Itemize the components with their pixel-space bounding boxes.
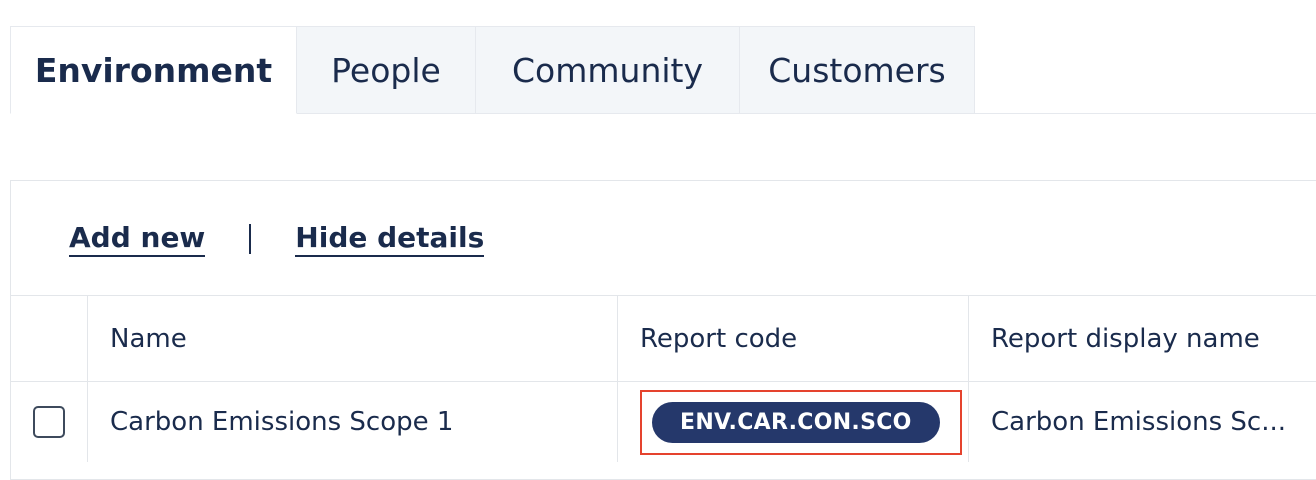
tab-community[interactable]: Community <box>476 26 740 114</box>
column-header-report-display-name[interactable]: Report display name <box>969 296 1316 381</box>
cell-report-code: ENV.CAR.CON.SCO <box>618 382 969 462</box>
tab-bar-divider <box>975 113 1316 114</box>
report-code-highlight: ENV.CAR.CON.SCO <box>640 389 962 455</box>
cell-report-display-name: Carbon Emissions Sc... <box>991 407 1287 437</box>
action-bar: Add new Hide details <box>69 217 485 261</box>
header-select-cell <box>11 296 88 381</box>
column-header-name[interactable]: Name <box>88 296 618 381</box>
table-row[interactable]: Carbon Emissions Scope 1 ENV.CAR.CON.SCO… <box>11 382 1316 462</box>
report-code-badge[interactable]: ENV.CAR.CON.SCO <box>652 401 940 443</box>
table-header-row: Name Report code Report display name <box>11 296 1316 382</box>
cell-name: Carbon Emissions Scope 1 <box>88 382 618 462</box>
tab-environment[interactable]: Environment <box>10 26 297 114</box>
tab-customers[interactable]: Customers <box>740 26 975 114</box>
report-card: Add new Hide details Name Report code Re… <box>10 180 1316 480</box>
tab-people[interactable]: People <box>297 26 476 114</box>
report-table: Name Report code Report display name Car… <box>11 295 1316 462</box>
action-separator <box>249 224 252 254</box>
row-checkbox[interactable] <box>33 406 65 438</box>
tab-bar: Environment People Community Customers <box>10 26 975 114</box>
row-select-cell <box>11 382 88 462</box>
hide-details-link[interactable]: Hide details <box>295 221 485 257</box>
column-header-report-code[interactable]: Report code <box>618 296 969 381</box>
add-new-link[interactable]: Add new <box>69 221 206 257</box>
